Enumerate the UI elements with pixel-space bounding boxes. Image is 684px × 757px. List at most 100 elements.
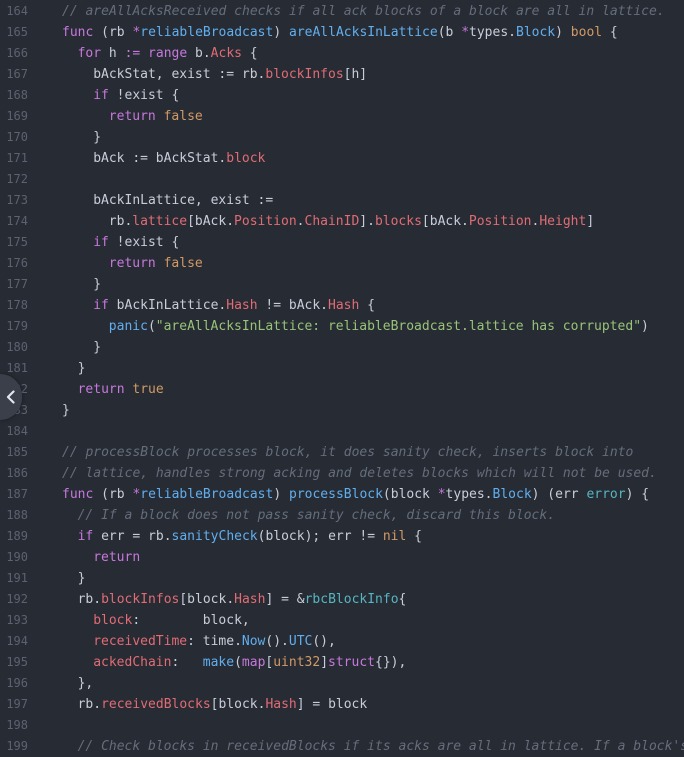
code-token: Block: [492, 487, 532, 502]
line-number: 169: [6, 109, 28, 123]
code-token: err = rb.: [93, 529, 172, 544]
code-line[interactable]: 164 // areAllAcksReceived checks if all a…: [0, 1, 684, 22]
code-line[interactable]: 195 ackedChain: make(map[uint32]struct{})…: [0, 652, 684, 673]
line-number: 167: [6, 67, 28, 81]
code-token: ].: [359, 214, 375, 229]
code-line[interactable]: 193 block: block,: [0, 610, 684, 631]
code-line[interactable]: 171 bAck := bAckStat.block: [0, 148, 684, 169]
line-number: 179: [6, 319, 28, 333]
code-line[interactable]: 192 rb.blockInfos[block.Hash] = &rbcBlock…: [0, 589, 684, 610]
code-token: ChainID: [304, 214, 360, 229]
line-number: 172: [6, 172, 28, 186]
line-number: 166: [6, 46, 28, 60]
code-token: ] = &: [265, 592, 305, 607]
code-token: bAck := bAckStat.: [93, 151, 227, 166]
code-text: bAck := bAckStat.block: [93, 148, 265, 169]
chevron-left-icon: [6, 390, 16, 404]
line-number: 196: [6, 676, 28, 690]
code-token: uint32: [273, 655, 321, 670]
code-text: bAckInLattice, exist :=: [93, 190, 273, 211]
code-line[interactable]: 198: [0, 715, 684, 736]
code-token: reliableBroadcast: [140, 25, 274, 40]
code-line[interactable]: 178 if bAckInLattice.Hash != bAck.Hash {: [0, 295, 684, 316]
code-token: Position: [234, 214, 297, 229]
code-token: ): [641, 319, 649, 334]
code-token: rb.: [108, 214, 133, 229]
code-token: false: [163, 256, 203, 271]
code-line[interactable]: 176 return false: [0, 253, 684, 274]
code-editor[interactable]: 164 // areAllAcksReceived checks if all a…: [0, 0, 684, 754]
code-line[interactable]: 196},: [0, 673, 684, 694]
code-line[interactable]: 177}: [0, 274, 684, 295]
code-token: {}),: [375, 655, 407, 670]
code-line[interactable]: 166 for h := range b.Acks {: [0, 43, 684, 64]
code-text: rb.blockInfos[block.Hash] = &rbcBlockInf…: [78, 589, 407, 610]
code-token: true: [132, 382, 164, 397]
code-text: if !exist {: [93, 232, 179, 253]
code-text: func (rb * reliableBroadcast) processBloc…: [62, 484, 649, 505]
code-line[interactable]: 189 if err = rb.sanityCheck(block); err !…: [0, 526, 684, 547]
code-token: ackedChain: [93, 655, 172, 670]
code-line[interactable]: 183}: [0, 400, 684, 421]
code-token: (block: [382, 487, 438, 502]
code-token: }: [77, 571, 86, 586]
code-line[interactable]: 186 // lattice, handles strong acking and…: [0, 463, 684, 484]
code-line[interactable]: 188 // If a block does not pass sanity ch…: [0, 505, 684, 526]
code-token: },: [77, 676, 94, 691]
code-token: [bAck.: [421, 214, 469, 229]
code-token: : time.: [187, 634, 242, 649]
code-token: Block: [516, 25, 556, 40]
line-number: 194: [6, 634, 28, 648]
code-line[interactable]: 172: [0, 169, 684, 190]
code-line[interactable]: 184: [0, 421, 684, 442]
code-line[interactable]: 180}: [0, 337, 684, 358]
code-token: Position: [468, 214, 532, 229]
line-number: 197: [6, 697, 28, 711]
code-line[interactable]: 167 bAckStat, exist := rb.blockInfos[h]: [0, 64, 684, 85]
code-token: sanityCheck: [171, 529, 258, 544]
code-line[interactable]: 175 if !exist {: [0, 232, 684, 253]
code-line[interactable]: 173 bAckInLattice, exist :=: [0, 190, 684, 211]
code-line[interactable]: 194 receivedTime: time.Now().UTC(),: [0, 631, 684, 652]
code-token: return: [108, 109, 156, 124]
code-token: ) (err: [531, 487, 587, 502]
code-line[interactable]: 169 return false: [0, 106, 684, 127]
code-token: nil: [382, 529, 407, 544]
code-token: if: [93, 235, 109, 250]
code-line[interactable]: 179 panic("areAllAcksInLattice: reliableB…: [0, 316, 684, 337]
code-token: }: [93, 340, 102, 355]
code-line[interactable]: 187 func (rb * reliableBroadcast) processB…: [0, 484, 684, 505]
code-line[interactable]: 182return true: [0, 379, 684, 400]
code-token: Now: [241, 634, 266, 649]
code-text: },: [78, 673, 94, 694]
code-token: !exist {: [108, 88, 180, 103]
line-number: 173: [6, 193, 28, 207]
code-token: block: [93, 613, 133, 628]
code-token: {: [359, 298, 375, 313]
code-line[interactable]: 165 func (rb * reliableBroadcast) areAllAc…: [0, 22, 684, 43]
code-line[interactable]: 170}: [0, 127, 684, 148]
code-token: [bAck.: [187, 214, 235, 229]
code-token: ]: [320, 655, 329, 670]
code-text: rb.lattice[bAck.Position.ChainID].blocks…: [109, 211, 594, 232]
line-number: 189: [6, 529, 28, 543]
line-number: 176: [6, 256, 28, 270]
code-line[interactable]: 191}: [0, 568, 684, 589]
code-token: reliableBroadcast: [140, 487, 274, 502]
code-token: // processBlock processes block, it does…: [62, 445, 634, 460]
code-line[interactable]: 185 // processBlock processes block, it d…: [0, 442, 684, 463]
line-number: 185: [6, 445, 28, 459]
code-token: return: [77, 382, 125, 397]
code-line[interactable]: 190 return: [0, 547, 684, 568]
line-number: 193: [6, 613, 28, 627]
code-line[interactable]: 181}: [0, 358, 684, 379]
code-token: areAllAcksInLattice: [289, 25, 438, 40]
code-line[interactable]: 197 rb.receivedBlocks[block.Hash] = block: [0, 694, 684, 715]
code-line[interactable]: 174 rb.lattice[bAck.Position.ChainID].blo…: [0, 211, 684, 232]
code-line[interactable]: 168 if !exist {: [0, 85, 684, 106]
line-number: 180: [6, 340, 28, 354]
line-number: 168: [6, 88, 28, 102]
code-token: .: [296, 214, 305, 229]
